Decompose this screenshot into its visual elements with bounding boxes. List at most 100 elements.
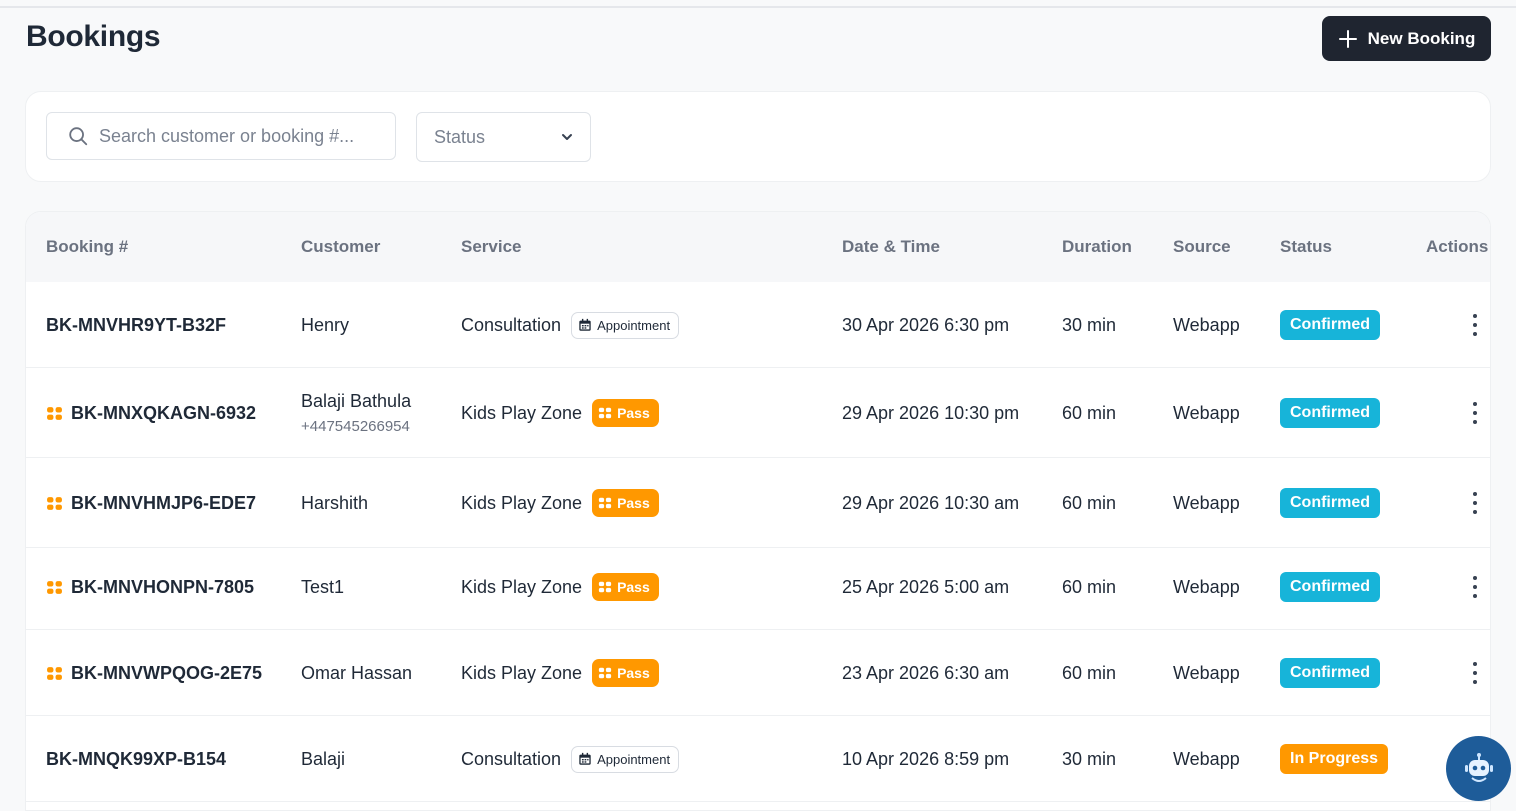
pass-badge: Pass <box>592 399 659 427</box>
booking-number[interactable]: BK-MNVHMJP6-EDE7 <box>71 493 256 514</box>
booking-cell[interactable]: BK-MNVHMJP6-EDE7 <box>46 458 256 548</box>
column-header-status[interactable]: Status <box>1280 237 1332 257</box>
customer-cell: Test1 <box>301 544 344 630</box>
booking-datetime: 10 Apr 2026 8:59 pm <box>842 748 1010 769</box>
booking-number[interactable]: BK-MNQK99XP-B154 <box>46 749 226 770</box>
column-header-datetime[interactable]: Date & Time <box>842 237 940 257</box>
table-row[interactable]: BK-MNXQKAGN-6932 Balaji Bathula +447545266… <box>26 368 1490 458</box>
top-divider <box>0 6 1516 8</box>
table-row[interactable]: BK-MNVHMJP6-EDE7 Harshith Kids Play Zone Pa… <box>26 458 1490 548</box>
calendar-icon <box>579 318 591 331</box>
appointment-badge: Appointment <box>571 745 680 773</box>
service-cell: Consultation Appointment <box>461 716 680 802</box>
actions-cell <box>1471 630 1479 716</box>
booking-cell[interactable]: BK-MNVWPQOG-2E75 <box>46 630 262 716</box>
service-name: Consultation <box>461 748 562 769</box>
actions-cell <box>1471 544 1479 630</box>
pass-badge: Pass <box>592 659 659 687</box>
booking-source: Webapp <box>1173 662 1240 683</box>
booking-cell[interactable]: BK-MNXQKAGN-6932 <box>46 368 256 458</box>
pass-icon <box>47 666 62 680</box>
status-filter-select[interactable]: Status <box>416 112 591 162</box>
booking-source: Webapp <box>1173 576 1240 597</box>
source-cell: Webapp <box>1173 458 1240 548</box>
bookings-table: Booking # Customer Service Date & Time D… <box>25 211 1491 811</box>
booking-number[interactable]: BK-MNXQKAGN-6932 <box>71 403 256 424</box>
status-cell: Confirmed <box>1280 630 1380 716</box>
status-badge: Confirmed <box>1280 398 1380 428</box>
pass-icon <box>47 496 62 510</box>
more-vertical-icon[interactable] <box>1471 314 1479 336</box>
service-name: Kids Play Zone <box>461 576 583 597</box>
status-cell: In Progress <box>1280 716 1389 802</box>
customer-name: Test1 <box>301 576 345 597</box>
duration-cell: 60 min <box>1062 544 1116 630</box>
pass-icon <box>47 580 62 594</box>
booking-datetime: 25 Apr 2026 5:00 am <box>842 576 1010 597</box>
booking-datetime: 30 Apr 2026 6:30 pm <box>842 314 1010 335</box>
datetime-cell: 29 Apr 2026 10:30 am <box>842 458 1019 548</box>
booking-cell[interactable]: BK-MNQK99XP-B154 <box>46 716 226 802</box>
booking-datetime: 23 Apr 2026 6:30 am <box>842 662 1010 683</box>
badge-label: Appointment <box>597 317 671 333</box>
booking-number[interactable]: BK-MNVHR9YT-B32F <box>46 315 226 336</box>
search-box[interactable] <box>46 112 396 160</box>
table-row[interactable]: BK-MNVHR9YT-B32F Henry Consultation Appoint… <box>26 282 1490 368</box>
badge-label: Pass <box>617 405 650 421</box>
actions-cell <box>1471 282 1479 368</box>
booking-source: Webapp <box>1173 402 1240 423</box>
new-booking-label: New Booking <box>1367 28 1476 48</box>
more-vertical-icon[interactable] <box>1471 662 1479 684</box>
booking-datetime: 29 Apr 2026 10:30 pm <box>842 402 1020 423</box>
status-badge: Confirmed <box>1280 310 1380 340</box>
badge-label: Pass <box>617 579 650 595</box>
search-input[interactable] <box>99 125 389 147</box>
more-vertical-icon[interactable] <box>1471 576 1479 598</box>
duration-cell: 30 min <box>1062 282 1116 368</box>
column-header-customer[interactable]: Customer <box>301 237 380 257</box>
booking-duration: 60 min <box>1062 402 1117 423</box>
service-cell: Kids Play Zone Pass <box>461 368 659 458</box>
customer-cell: Harshith <box>301 458 368 548</box>
customer-name: Omar Hassan <box>301 662 413 683</box>
booking-source: Webapp <box>1173 748 1240 769</box>
status-badge: Confirmed <box>1280 488 1380 518</box>
booking-number[interactable]: BK-MNVHONPN-7805 <box>71 577 254 598</box>
table-row[interactable]: BK-MNQK99XP-B154 Balaji Consultation Appoin… <box>26 716 1490 802</box>
new-booking-button[interactable]: New Booking <box>1322 16 1491 61</box>
booking-number[interactable]: BK-MNVWPQOG-2E75 <box>71 663 262 684</box>
column-header-source[interactable]: Source <box>1173 237 1231 257</box>
pass-icon <box>598 407 612 419</box>
status-cell: Confirmed <box>1280 282 1380 368</box>
pass-badge: Pass <box>592 489 659 517</box>
booking-cell[interactable]: BK-MNVHONPN-7805 <box>46 544 254 630</box>
datetime-cell: 10 Apr 2026 8:59 pm <box>842 716 1009 802</box>
column-header-service[interactable]: Service <box>461 237 522 257</box>
duration-cell: 60 min <box>1062 368 1116 458</box>
booking-cell[interactable]: BK-MNVHR9YT-B32F <box>46 282 226 368</box>
column-header-duration[interactable]: Duration <box>1062 237 1132 257</box>
status-badge: In Progress <box>1280 744 1389 774</box>
more-vertical-icon[interactable] <box>1471 402 1479 424</box>
badge-label: Pass <box>617 495 650 511</box>
service-cell: Consultation Appointment <box>461 282 680 368</box>
table-row[interactable]: BK-MNVWPQOG-2E75 Omar Hassan Kids Play Zon… <box>26 630 1490 716</box>
actions-cell <box>1471 458 1479 548</box>
customer-cell: Balaji <box>301 716 345 802</box>
more-vertical-icon[interactable] <box>1471 492 1479 514</box>
customer-phone: +447545266954 <box>301 418 410 435</box>
datetime-cell: 25 Apr 2026 5:00 am <box>842 544 1009 630</box>
service-name: Kids Play Zone <box>461 402 583 423</box>
pass-icon <box>598 497 612 509</box>
assistant-button[interactable] <box>1446 736 1511 801</box>
calendar-icon <box>579 752 591 765</box>
search-icon <box>69 127 88 146</box>
booking-source: Webapp <box>1173 314 1240 335</box>
pass-badge: Pass <box>592 573 659 601</box>
datetime-cell: 29 Apr 2026 10:30 pm <box>842 368 1019 458</box>
table-row[interactable]: BK-MNVHONPN-7805 Test1 Kids Play Zone Pass 2… <box>26 544 1490 630</box>
chevron-down-icon <box>562 134 572 140</box>
service-name: Kids Play Zone <box>461 662 583 683</box>
column-header-booking[interactable]: Booking # <box>46 237 128 257</box>
booking-duration: 60 min <box>1062 662 1117 683</box>
